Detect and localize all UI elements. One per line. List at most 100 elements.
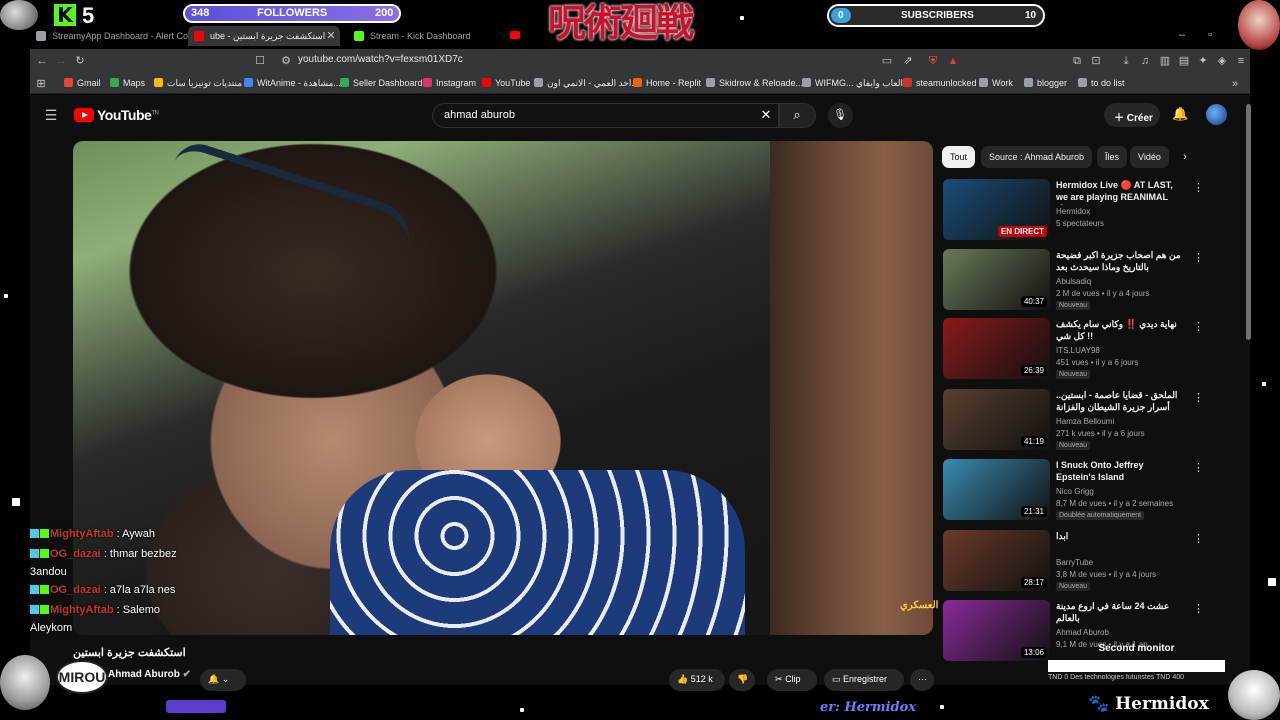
subscribed-bell-button[interactable]: 🔔 ⌄ bbox=[200, 669, 246, 691]
channel-name[interactable]: Ahmad Aburob ✔ bbox=[108, 669, 191, 680]
bookmark-youtube[interactable]: YouTube bbox=[482, 78, 530, 88]
brave-shield-icon[interactable]: ⛨ bbox=[926, 54, 940, 68]
more-vertical-icon[interactable]: ⋮ bbox=[1193, 532, 1204, 545]
recommendation-item[interactable]: 26:39 نهاية ديدي ‼️ وكاني سام يكشف كل شي … bbox=[943, 318, 1243, 382]
recommendation-channel[interactable]: ITS.LUAY98 bbox=[1056, 346, 1100, 355]
bookmark-skidrow[interactable]: Skidrow & Reloade... bbox=[706, 78, 803, 88]
screenshot-icon[interactable]: ⊡ bbox=[1089, 54, 1103, 68]
music-icon[interactable]: ♫ bbox=[1138, 54, 1152, 68]
chevron-right-icon[interactable]: › bbox=[1178, 150, 1192, 164]
chip-islands[interactable]: Îles bbox=[1097, 146, 1128, 168]
share-icon[interactable]: ⇗ bbox=[901, 54, 915, 68]
download-icon[interactable]: ⤓ bbox=[1119, 54, 1133, 68]
url-input[interactable]: youtube.com/watch?v=fexsm01XD7c bbox=[298, 54, 463, 65]
bookmark-witanime[interactable]: WitAnime - مشاهدة... bbox=[244, 78, 341, 89]
youtube-logo[interactable]: YouTubeTN bbox=[74, 107, 159, 123]
apps-grid-icon[interactable]: ⊞ bbox=[34, 77, 48, 91]
close-tab-icon[interactable]: ✕ bbox=[324, 29, 338, 43]
recommendation-item[interactable]: 40:37 من هم اصحاب جزيرة اكبر فضيحة بالتار… bbox=[943, 249, 1243, 313]
more-vertical-icon[interactable]: ⋮ bbox=[1193, 602, 1204, 615]
like-button[interactable]: 👍 512 k bbox=[669, 669, 725, 691]
recommendation-channel[interactable]: Hamza Belloumi bbox=[1056, 417, 1114, 426]
recommendation-title[interactable]: من هم اصحاب جزيرة اكبر فضيحة بالتاريخ وم… bbox=[1056, 249, 1181, 275]
clip-button[interactable]: ✂ Clip bbox=[767, 669, 817, 691]
hamburger-menu-icon[interactable]: ☰ bbox=[44, 108, 58, 122]
recommendation-thumbnail[interactable]: 13:06 bbox=[943, 600, 1050, 661]
recommendation-channel[interactable]: Ahmad Aburob bbox=[1056, 628, 1109, 637]
more-bookmarks-icon[interactable]: » bbox=[1228, 77, 1242, 91]
chip-video[interactable]: Vidéo bbox=[1130, 146, 1169, 168]
bookmark-gmail[interactable]: Gmail bbox=[64, 78, 101, 88]
search-button[interactable]: ⌕ bbox=[779, 103, 816, 128]
brave-rewards-icon[interactable]: ▲ bbox=[946, 54, 960, 68]
bookmark-steamunlocked[interactable]: steamunlocked bbox=[903, 78, 977, 88]
bookmark-wifmg[interactable]: WIFMG... العاب وايفاي bbox=[802, 78, 903, 89]
recommendation-thumbnail[interactable]: EN DIRECT bbox=[943, 179, 1050, 240]
dislike-button[interactable]: 👎 bbox=[729, 669, 755, 691]
chip-source[interactable]: Source : Ahmad Aburob bbox=[981, 146, 1093, 168]
recommendation-item[interactable]: 21:31 I Snuck Onto Jeffrey Epstein's Isla… bbox=[943, 459, 1243, 523]
cast-icon[interactable]: ▭ bbox=[880, 54, 894, 68]
menu-icon[interactable]: ≡ bbox=[1234, 54, 1248, 68]
recommendation-channel[interactable]: Abulsadiq bbox=[1056, 277, 1091, 286]
bookmark-replit[interactable]: Home - Replit bbox=[633, 78, 701, 88]
chip-all[interactable]: Tout bbox=[942, 146, 976, 168]
recommendation-item[interactable]: 13:06 عشت 24 ساعة في اروع مدينة بالعالم Ah… bbox=[943, 600, 1243, 664]
bookmark-tunisia-sat[interactable]: منتديات تونيزيا سات bbox=[154, 78, 242, 89]
recommendation-thumbnail[interactable]: 28:17 bbox=[943, 530, 1050, 591]
recommendation-thumbnail[interactable]: 26:39 bbox=[943, 318, 1050, 379]
recommendation-item[interactable]: EN DIRECT Hermidox Live 🔴 AT LAST, we are… bbox=[943, 179, 1243, 243]
recommendation-title[interactable]: عشت 24 ساعة في اروع مدينة بالعالم bbox=[1056, 600, 1181, 624]
more-vertical-icon[interactable]: ⋮ bbox=[1193, 181, 1204, 194]
sidebar-icon[interactable]: ▥ bbox=[1158, 54, 1172, 68]
maximize-icon[interactable]: ▫ bbox=[1203, 28, 1217, 42]
more-actions-button[interactable]: ⋯ bbox=[910, 669, 934, 691]
minimize-icon[interactable]: – bbox=[1175, 28, 1189, 42]
recommendation-title[interactable]: Hermidox Live 🔴 AT LAST, we are playing … bbox=[1056, 179, 1181, 205]
recommendation-title[interactable]: الملحق - قضايا عاصمة - ابستين.. أسرار جز… bbox=[1056, 389, 1181, 415]
back-icon[interactable]: ← bbox=[35, 54, 49, 68]
recommendation-channel[interactable]: Hermidox bbox=[1056, 207, 1090, 216]
clear-search-icon[interactable]: ✕ bbox=[759, 108, 773, 122]
more-vertical-icon[interactable]: ⋮ bbox=[1193, 320, 1204, 333]
extensions-icon[interactable]: ⧉ bbox=[1070, 54, 1084, 68]
more-vertical-icon[interactable]: ⋮ bbox=[1193, 251, 1204, 264]
bookmark-work-folder[interactable]: Work bbox=[979, 78, 1013, 88]
tab-streamyapp[interactable]: StreamyApp Dashboard - Alert Confi bbox=[30, 26, 190, 46]
bookmark-seller-dashboard[interactable]: Seller Dashboard bbox=[340, 78, 423, 88]
youtube-pinned-tab-icon[interactable] bbox=[508, 29, 522, 43]
reload-icon[interactable]: ↻ bbox=[73, 54, 87, 68]
create-button[interactable]: ＋ Créer bbox=[1104, 103, 1160, 127]
site-info-icon[interactable]: ⚙ bbox=[279, 54, 293, 68]
recommendation-title[interactable]: I Snuck Onto Jeffrey Epstein's Island bbox=[1056, 459, 1181, 483]
search-input[interactable]: ahmad aburob bbox=[444, 109, 515, 121]
save-button[interactable]: ▭ Enregistrer bbox=[824, 669, 904, 691]
recommendation-thumbnail[interactable]: 40:37 bbox=[943, 249, 1050, 310]
bookmark-blogger-folder[interactable]: blogger bbox=[1024, 78, 1067, 88]
tab-kick-dashboard[interactable]: Stream - Kick Dashboard bbox=[348, 26, 508, 46]
bookmark-todo-folder[interactable]: to do list bbox=[1078, 78, 1125, 88]
more-vertical-icon[interactable]: ⋮ bbox=[1193, 461, 1204, 474]
vpn-icon[interactable]: ◈ bbox=[1215, 54, 1229, 68]
recommendation-item[interactable]: 28:17 ابدا BarryTube 3,8 M de vues • il y a… bbox=[943, 530, 1243, 594]
voice-search-button[interactable]: 🎙 bbox=[828, 103, 853, 128]
notifications-bell-icon[interactable]: 🔔 bbox=[1172, 107, 1188, 121]
recommendation-item[interactable]: 41:19 الملحق - قضايا عاصمة - ابستين.. أسر… bbox=[943, 389, 1243, 453]
page-scrollbar[interactable] bbox=[1246, 104, 1251, 340]
bookmark-anime-site[interactable]: اخد العمي - الانمي اون... bbox=[534, 78, 639, 89]
puzzle-icon[interactable]: ✦ bbox=[1196, 54, 1210, 68]
bookmark-maps[interactable]: Maps bbox=[110, 78, 145, 88]
recommendation-channel[interactable]: BarryTube bbox=[1056, 558, 1093, 567]
forward-icon[interactable]: → bbox=[54, 54, 68, 68]
account-avatar[interactable] bbox=[1206, 104, 1227, 125]
recommendation-thumbnail[interactable]: 41:19 bbox=[943, 389, 1050, 450]
bookmark-page-icon[interactable]: ☐ bbox=[253, 54, 267, 68]
bookmark-instagram[interactable]: Instagram bbox=[423, 78, 476, 88]
more-vertical-icon[interactable]: ⋮ bbox=[1193, 391, 1204, 404]
wallet-icon[interactable]: ▤ bbox=[1177, 54, 1191, 68]
recommendation-title[interactable]: نهاية ديدي ‼️ وكاني سام يكشف كل شي !! bbox=[1056, 318, 1181, 342]
recommendation-channel[interactable]: Nico Grigg bbox=[1056, 487, 1094, 496]
recommendation-thumbnail[interactable]: 21:31 bbox=[943, 459, 1050, 520]
tab-youtube-video[interactable]: ube - استكشفت جزيرة ابستين bbox=[188, 26, 340, 46]
recommendation-title[interactable]: ابدا bbox=[1056, 530, 1181, 542]
